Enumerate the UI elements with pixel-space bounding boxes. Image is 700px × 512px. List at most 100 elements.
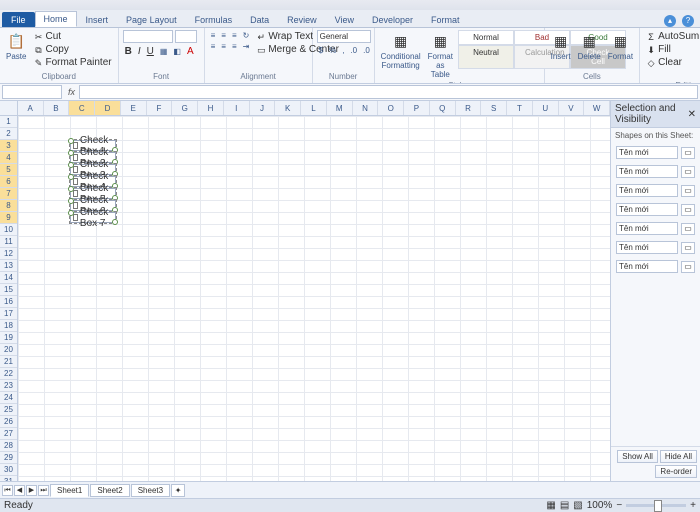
column-header[interactable]: H: [198, 101, 224, 115]
show-all-button[interactable]: Show All: [617, 450, 658, 463]
pane-shape-item[interactable]: Tên mới▭: [611, 238, 700, 257]
pane-shape-item[interactable]: Tên mới▭: [611, 219, 700, 238]
column-header[interactable]: E: [121, 101, 147, 115]
sheet-nav-next[interactable]: ▶: [26, 485, 37, 496]
view-break-icon[interactable]: ▧: [573, 500, 582, 511]
clear-button[interactable]: ◇Clear: [644, 56, 700, 69]
visibility-toggle[interactable]: ▭: [681, 204, 695, 216]
view-normal-icon[interactable]: ▦: [546, 500, 555, 511]
shape-name-field[interactable]: Tên mới: [616, 241, 678, 254]
align-middle-button[interactable]: ≡: [219, 30, 228, 41]
column-header[interactable]: J: [250, 101, 276, 115]
comma-button[interactable]: ,: [340, 45, 346, 56]
column-header[interactable]: S: [481, 101, 507, 115]
visibility-toggle[interactable]: ▭: [681, 166, 695, 178]
align-bottom-button[interactable]: ≡: [230, 30, 239, 41]
shape-name-field[interactable]: Tên mới: [616, 203, 678, 216]
fx-icon[interactable]: fx: [64, 87, 79, 97]
column-header[interactable]: K: [275, 101, 301, 115]
orientation-button[interactable]: ↻: [241, 30, 252, 41]
sheet-tab-3[interactable]: Sheet3: [131, 484, 170, 497]
border-button[interactable]: ▦: [158, 46, 170, 57]
row-header[interactable]: 31: [0, 476, 17, 481]
tab-insert[interactable]: Insert: [77, 12, 118, 27]
conditional-formatting-button[interactable]: ▦Conditional Formatting: [379, 30, 423, 71]
column-header[interactable]: A: [18, 101, 44, 115]
visibility-toggle[interactable]: ▭: [681, 261, 695, 273]
column-header[interactable]: M: [327, 101, 353, 115]
bold-button[interactable]: B: [123, 45, 134, 58]
column-header[interactable]: L: [301, 101, 327, 115]
pane-shape-item[interactable]: Tên mới▭: [611, 181, 700, 200]
row-header[interactable]: 20: [0, 344, 17, 356]
row-header[interactable]: 6: [0, 176, 17, 188]
pane-close-icon[interactable]: ✕: [688, 109, 696, 120]
hide-all-button[interactable]: Hide All: [660, 450, 697, 463]
sheet-nav-last[interactable]: ⏭: [38, 485, 49, 496]
view-layout-icon[interactable]: ▤: [560, 500, 569, 511]
tab-view[interactable]: View: [326, 12, 363, 27]
row-header[interactable]: 29: [0, 452, 17, 464]
sheet-tab-1[interactable]: Sheet1: [50, 484, 89, 497]
shape-name-field[interactable]: Tên mới: [616, 165, 678, 178]
name-box[interactable]: [2, 85, 62, 99]
checkbox-shape[interactable]: Check Box 7: [70, 212, 116, 223]
row-header[interactable]: 13: [0, 260, 17, 272]
tab-format[interactable]: Format: [422, 12, 469, 27]
column-header[interactable]: V: [559, 101, 585, 115]
column-header[interactable]: T: [507, 101, 533, 115]
tab-review[interactable]: Review: [278, 12, 326, 27]
zoom-out-button[interactable]: −: [616, 500, 622, 511]
row-header[interactable]: 5: [0, 164, 17, 176]
percent-button[interactable]: %: [327, 45, 338, 56]
row-header[interactable]: 21: [0, 356, 17, 368]
row-header[interactable]: 7: [0, 188, 17, 200]
tab-formulas[interactable]: Formulas: [186, 12, 242, 27]
style-normal[interactable]: Normal: [458, 30, 514, 45]
row-header[interactable]: 8: [0, 200, 17, 212]
pane-shape-item[interactable]: Tên mới▭: [611, 257, 700, 276]
align-right-button[interactable]: ≡: [230, 41, 239, 52]
sheet-tab-2[interactable]: Sheet2: [90, 484, 129, 497]
pane-shape-item[interactable]: Tên mới▭: [611, 143, 700, 162]
sheet-nav-prev[interactable]: ◀: [14, 485, 25, 496]
formula-bar[interactable]: [79, 85, 698, 99]
row-header[interactable]: 22: [0, 368, 17, 380]
column-header[interactable]: U: [533, 101, 559, 115]
column-header[interactable]: B: [44, 101, 70, 115]
row-header[interactable]: 11: [0, 236, 17, 248]
increase-decimal-button[interactable]: .0: [348, 45, 359, 56]
row-header[interactable]: 15: [0, 284, 17, 296]
style-neutral[interactable]: Neutral: [458, 45, 514, 69]
shape-name-field[interactable]: Tên mới: [616, 184, 678, 197]
shape-name-field[interactable]: Tên mới: [616, 146, 678, 159]
tab-file[interactable]: File: [2, 12, 35, 27]
row-header[interactable]: 26: [0, 416, 17, 428]
column-header[interactable]: Q: [430, 101, 456, 115]
reorder-button[interactable]: Re-order: [655, 465, 697, 478]
row-header[interactable]: 17: [0, 308, 17, 320]
align-center-button[interactable]: ≡: [219, 41, 228, 52]
row-header[interactable]: 24: [0, 392, 17, 404]
column-header[interactable]: R: [456, 101, 482, 115]
row-header[interactable]: 30: [0, 464, 17, 476]
font-color-button[interactable]: A: [185, 45, 196, 58]
zoom-level[interactable]: 100%: [587, 500, 613, 511]
paste-button[interactable]: 📋 Paste: [4, 30, 28, 62]
format-painter-button[interactable]: ✎Format Painter: [31, 56, 113, 69]
decrease-decimal-button[interactable]: .0: [361, 45, 372, 56]
format-cells-button[interactable]: ▦Format: [606, 30, 635, 62]
tab-home[interactable]: Home: [35, 11, 77, 27]
minimize-ribbon-icon[interactable]: ▴: [664, 15, 676, 27]
column-header[interactable]: N: [353, 101, 379, 115]
column-header[interactable]: P: [404, 101, 430, 115]
new-sheet-button[interactable]: ✦: [171, 484, 185, 497]
font-size-select[interactable]: [175, 30, 197, 43]
shape-name-field[interactable]: Tên mới: [616, 260, 678, 273]
currency-button[interactable]: $: [317, 45, 325, 56]
row-header[interactable]: 28: [0, 440, 17, 452]
tab-data[interactable]: Data: [241, 12, 278, 27]
help-icon[interactable]: ?: [682, 15, 694, 27]
delete-cells-button[interactable]: ▦Delete: [576, 30, 603, 62]
row-header[interactable]: 27: [0, 428, 17, 440]
